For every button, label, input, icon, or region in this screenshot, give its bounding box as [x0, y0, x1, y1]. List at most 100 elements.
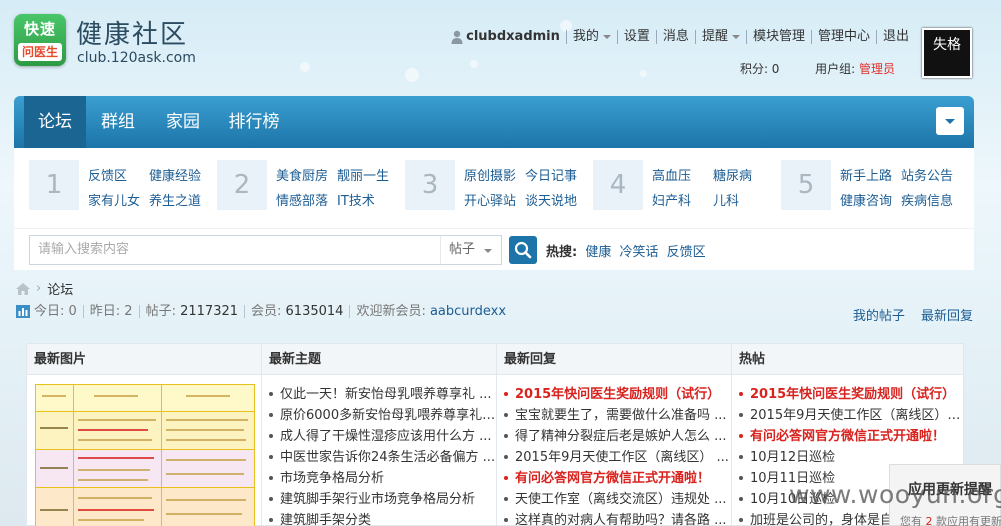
user-info: 积分: 0 用户组: 管理员 — [740, 60, 895, 77]
tab-groups[interactable]: 群组 — [90, 96, 146, 148]
category-link[interactable]: 开心驿站 — [464, 190, 516, 209]
list-item[interactable]: 宝宝就要生了，需要做什么准备吗 ... — [504, 405, 731, 426]
reply-list: 2015年快问医生奖励规则（试行） 宝宝就要生了，需要做什么准备吗 ... 得了精神… — [504, 384, 731, 526]
list-item[interactable]: 2015年快问医生奖励规则（试行） — [504, 384, 731, 405]
category-link[interactable]: 健康经验 — [149, 165, 201, 184]
list-item[interactable]: 建筑脚手架行业市场竞争格局分析 — [269, 489, 496, 510]
user-menu[interactable]: clubdxadmin — [445, 30, 566, 44]
points[interactable]: 积分: 0 — [740, 62, 780, 76]
nav-dropdown-button[interactable] — [936, 107, 964, 135]
category-link[interactable]: 家有儿女 — [88, 190, 140, 209]
list-item[interactable]: 2015年9月天使工作区（离线区） ... — [504, 447, 731, 468]
admin-center-link[interactable]: 管理中心 — [810, 30, 876, 44]
user-nav: clubdxadmin 我的 设置 消息 提醒 模块管理 管理中心 退出 — [445, 30, 915, 44]
category-panel: 1 反馈区 健康经验 家有儿女 养生之道 2 美食厨房 靓丽一生 情感部落 IT… — [14, 148, 974, 228]
list-item[interactable]: 有问必答网官方微信正式开通啦！ — [739, 426, 963, 447]
stat-yesterday: 昨日: 2 — [82, 305, 139, 318]
category-link[interactable]: 站务公告 — [901, 165, 953, 184]
list-item[interactable]: 得了精神分裂症后老是嫉妒人怎么 ... — [504, 426, 731, 447]
list-item[interactable]: 有问必答网官方微信正式开通啦！ — [504, 468, 731, 489]
hot-search-term[interactable]: 健康 — [585, 245, 611, 260]
avatar[interactable]: 失格 — [922, 28, 972, 78]
breadcrumb-current[interactable]: 论坛 — [47, 279, 73, 298]
main-nav: 论坛 群组 家园 排行榜 — [14, 96, 974, 148]
list-item[interactable]: 成人得了干燥性湿疹应该用什么方 ... — [269, 426, 496, 447]
stat-members: 会员: 6135014 — [244, 305, 349, 318]
settings-link[interactable]: 设置 — [616, 30, 656, 44]
watermark: www.wooyun.org — [789, 480, 1001, 509]
username: clubdxadmin — [466, 29, 560, 44]
list-item[interactable]: 天使工作室（离线交流区）违规处 ... — [504, 489, 731, 510]
category-link[interactable]: 健康咨询 — [840, 190, 892, 209]
stat-members-label: 会员: — [251, 304, 286, 319]
module-admin-link[interactable]: 模块管理 — [745, 30, 811, 44]
category-link[interactable]: 原创摄影 — [464, 165, 516, 184]
tab-home[interactable]: 家园 — [156, 96, 210, 148]
category-link[interactable]: 情感部落 — [276, 190, 328, 209]
logo-bottom-text: 问医生 — [18, 43, 62, 61]
list-item[interactable]: 2015年快问医生奖励规则（试行） — [739, 384, 963, 405]
user-group-value[interactable]: 管理员 — [859, 62, 895, 76]
stat-posts-label: 帖子: — [145, 304, 181, 319]
logout-link[interactable]: 退出 — [875, 30, 915, 44]
site-title[interactable]: 健康社区 — [76, 14, 188, 51]
my-menu[interactable]: 我的 — [565, 30, 617, 44]
hot-search-term[interactable]: 冷笑话 — [620, 245, 659, 260]
list-item[interactable]: 市场竞争格局分析 — [269, 468, 496, 489]
chevron-down-icon — [484, 249, 492, 253]
stat-members-value: 6135014 — [285, 304, 344, 319]
notification-suffix: 款应用有更新 — [932, 515, 1001, 526]
home-icon[interactable] — [16, 282, 30, 295]
reminders-label: 提醒 — [701, 29, 728, 44]
category-group-5: 5 新手上路 站务公告 健康咨询 疾病信息 — [781, 160, 966, 210]
category-link[interactable]: 今日记事 — [525, 165, 577, 184]
category-link[interactable]: 糖尿病 — [713, 165, 752, 184]
category-link[interactable]: 美食厨房 — [276, 165, 328, 184]
list-item[interactable]: 建筑脚手架分类 — [269, 510, 496, 526]
column-title: 最新主题 — [262, 344, 496, 375]
latest-replies-link[interactable]: 最新回复 — [921, 309, 973, 324]
search-icon — [514, 241, 532, 259]
new-member-link[interactable]: aabcurdexx — [430, 304, 506, 319]
latest-image-thumbnail[interactable] — [35, 384, 255, 526]
messages-link[interactable]: 消息 — [655, 30, 695, 44]
chevron-down-icon — [731, 34, 740, 39]
tab-forum[interactable]: 论坛 — [24, 96, 86, 148]
category-link[interactable]: 妇产科 — [652, 190, 691, 209]
site-logo[interactable]: 快速 问医生 — [14, 14, 66, 66]
category-number: 4 — [593, 160, 643, 210]
category-link[interactable]: IT技术 — [337, 190, 375, 209]
list-item[interactable]: 仅此一天！新安怡母乳喂养尊享礼 ... — [269, 384, 496, 405]
forum-stats: 今日: 0 昨日: 2 帖子: 2117321 会员: 6135014 欢迎新会… — [16, 305, 512, 318]
search-input[interactable]: 请输入搜索内容 — [29, 235, 454, 265]
welcome-label: 欢迎新会员: — [356, 304, 430, 319]
list-item[interactable]: 2015年9月天使工作区（离线区） ... — [739, 405, 963, 426]
category-link[interactable]: 疾病信息 — [901, 190, 953, 209]
list-item[interactable]: 原价6000多新安怡母乳喂养尊享礼 ... — [269, 405, 496, 426]
search-scope-select[interactable]: 帖子 — [440, 235, 502, 265]
tab-rankings[interactable]: 排行榜 — [220, 96, 288, 148]
hot-search-term[interactable]: 反馈区 — [667, 245, 706, 260]
category-link[interactable]: 养生之道 — [149, 190, 201, 209]
category-link[interactable]: 高血压 — [652, 165, 691, 184]
user-icon — [451, 30, 463, 44]
my-posts-link[interactable]: 我的帖子 — [853, 309, 905, 324]
hot-searches: 热搜: 健康 冷笑话 反馈区 — [546, 241, 706, 260]
category-link[interactable]: 反馈区 — [88, 165, 127, 184]
breadcrumb-separator: › — [36, 281, 42, 296]
category-link[interactable]: 儿科 — [713, 190, 739, 209]
latest-replies-column: 最新回复 2015年快问医生奖励规则（试行） 宝宝就要生了，需要做什么准备吗 ..… — [497, 344, 731, 526]
category-number: 3 — [405, 160, 455, 210]
list-item[interactable]: 中医世家告诉你24条生活必备偏方 ... — [269, 447, 496, 468]
category-group-1: 1 反馈区 健康经验 家有儿女 养生之道 — [29, 160, 209, 210]
category-number: 1 — [29, 160, 79, 210]
category-link[interactable]: 新手上路 — [840, 165, 892, 184]
category-link[interactable]: 谈天说地 — [525, 190, 577, 209]
category-number: 5 — [781, 160, 831, 210]
search-button[interactable] — [509, 236, 537, 264]
column-title: 最新图片 — [27, 344, 261, 375]
category-group-2: 2 美食厨房 靓丽一生 情感部落 IT技术 — [217, 160, 397, 210]
reminders-menu[interactable]: 提醒 — [694, 29, 746, 44]
category-link[interactable]: 靓丽一生 — [337, 165, 389, 184]
list-item[interactable]: 这样真的对病人有帮助吗？请各路 ... — [504, 510, 731, 526]
